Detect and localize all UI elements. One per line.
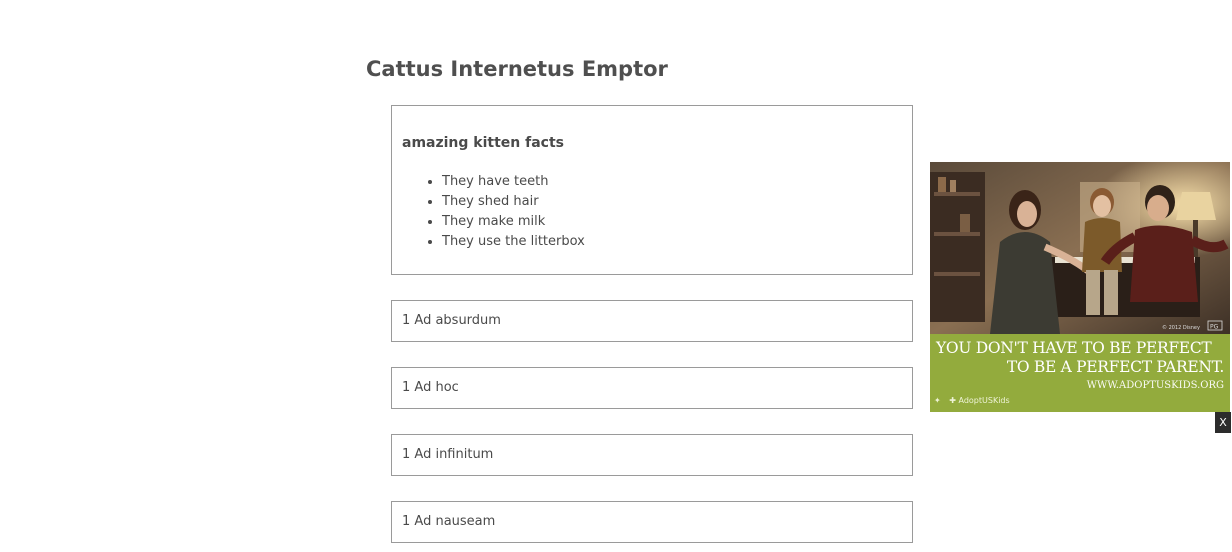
facts-heading: amazing kitten facts (402, 135, 564, 151)
item-label: 1 Ad nauseam (402, 514, 496, 529)
ad-banner[interactable]: © 2012 Disney PG YOU DON'T HAVE TO BE PE… (930, 162, 1230, 412)
hhs-logo-icon: ✦ (934, 396, 941, 405)
list-item: They shed hair (442, 192, 585, 212)
ad-photo: © 2012 Disney PG (930, 162, 1230, 334)
ad-headline-line1: YOU DON'T HAVE TO BE PERFECT (936, 339, 1212, 357)
ad-headline-line2: TO BE A PERFECT PARENT. (1006, 358, 1224, 376)
sponsor-name: AdoptUSKids (958, 396, 1010, 405)
item-label: 1 Ad hoc (402, 380, 459, 395)
item-label: 1 Ad infinitum (402, 447, 494, 462)
ad-footer: YOU DON'T HAVE TO BE PERFECT TO BE A PER… (930, 334, 1230, 412)
ad-url: WWW.ADOPTUSKIDS.ORG (1086, 380, 1224, 391)
ad-logos: ✦ ✚ AdoptUSKids (934, 396, 1016, 405)
facts-list: They have teeth They shed hair They make… (402, 172, 585, 252)
photo-credit: © 2012 Disney (1162, 324, 1200, 331)
item-box-ad-infinitum: 1 Ad infinitum (391, 434, 913, 476)
list-item: They have teeth (442, 172, 585, 192)
item-box-ad-nauseam: 1 Ad nauseam (391, 501, 913, 543)
item-box-ad-hoc: 1 Ad hoc (391, 367, 913, 409)
adoptuskids-logo-icon: ✚ AdoptUSKids (949, 396, 1010, 405)
list-item: They use the litterbox (442, 232, 585, 252)
kitten-facts-box: amazing kitten facts They have teeth The… (391, 105, 913, 275)
item-box-ad-absurdum: 1 Ad absurdum (391, 300, 913, 342)
close-ad-button[interactable]: X (1215, 412, 1231, 433)
list-item: They make milk (442, 212, 585, 232)
page-title: Cattus Internetus Emptor (366, 57, 668, 81)
rating-badge: PG (1210, 324, 1219, 331)
item-label: 1 Ad absurdum (402, 313, 501, 328)
